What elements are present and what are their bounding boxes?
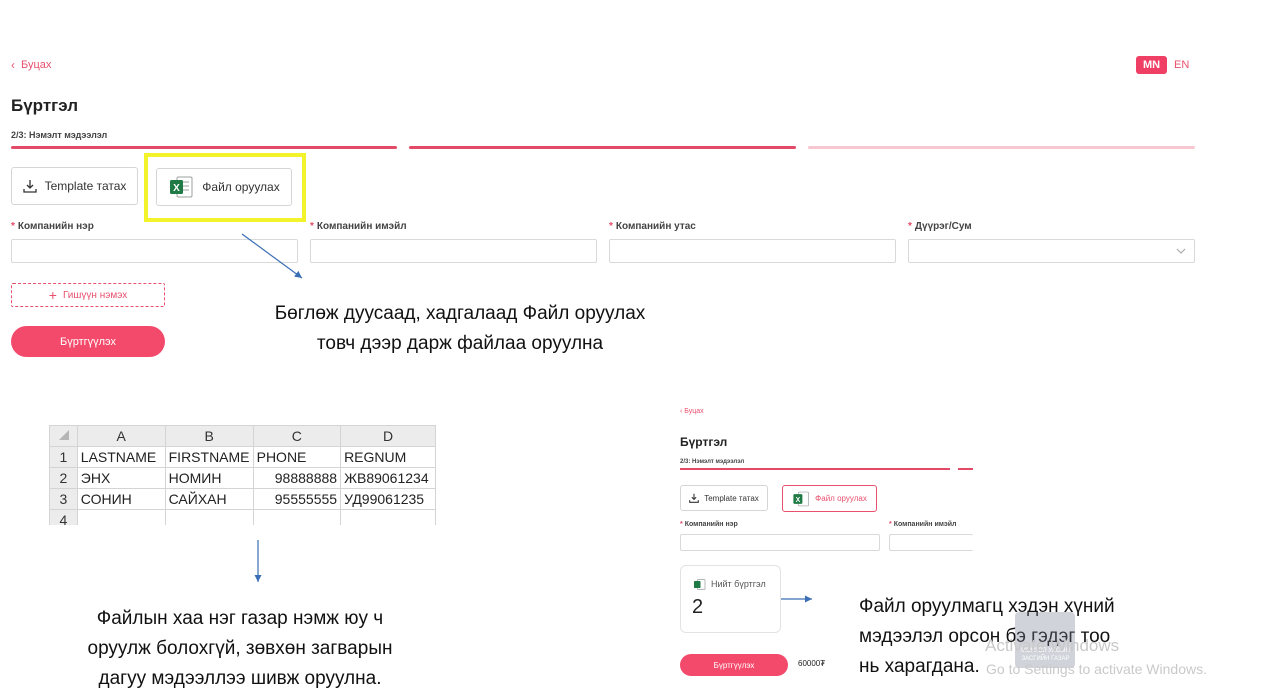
- table-row: 3 СОНИН САЙХАН 95555555 УД99061235: [49, 488, 436, 510]
- preview-step-label: 2/3: Нэмэлт мэдээлэл: [680, 459, 745, 465]
- excel-icon: [694, 579, 706, 590]
- column-header: C: [252, 425, 342, 447]
- column-header: A: [76, 425, 166, 447]
- table-row: 2 ЭНХ НОМИН 98888888 ЖВ89061234: [49, 467, 436, 489]
- preview-back-link[interactable]: ‹ Буцах: [680, 408, 704, 415]
- preview-company-email-input[interactable]: [889, 534, 973, 551]
- table-row: 1 LASTNAME FIRSTNAME PHONE REGNUM: [49, 446, 436, 468]
- activate-windows-title: Activate Windows: [985, 636, 1120, 655]
- download-icon: [689, 493, 700, 503]
- column-header: D: [340, 425, 436, 447]
- preview-company-name-label: * Компанийн нэр: [680, 521, 738, 528]
- select-all-corner-icon: [59, 430, 70, 440]
- excel-icon: X: [793, 491, 810, 506]
- preview-progress-2: [958, 468, 973, 470]
- upload-caption: Бөглөж дуусаад, хадгалаад Файл оруулах т…: [274, 303, 646, 354]
- total-count-label: Нийт бүртгэл: [711, 579, 766, 589]
- preview-register-button[interactable]: Бүртгүүлэх: [680, 654, 788, 676]
- activate-windows-subtitle: Go to Settings to activate Windows.: [986, 661, 1207, 677]
- warning-caption: Файлын хаа нэг газар нэмж юу ч оруулж бо…: [87, 608, 393, 689]
- total-count-value: 2: [692, 596, 704, 618]
- table-row: 4: [49, 509, 436, 525]
- preview-progress-1: [680, 468, 950, 470]
- preview-file-button[interactable]: X Файл оруулах: [782, 485, 877, 512]
- preview-price: 60000₮: [798, 659, 826, 668]
- spreadsheet-sample: A B C D 1 LASTNAME FIRSTNAME PHONE REGNU…: [49, 425, 436, 525]
- preview-title: Бүртгэл: [680, 435, 728, 449]
- column-header: B: [164, 425, 254, 447]
- preview-company-email-label: * Компанийн имэйл: [889, 521, 957, 528]
- preview-template-button[interactable]: Template татах: [680, 485, 768, 511]
- svg-text:X: X: [796, 496, 801, 503]
- preview-company-name-input[interactable]: [680, 534, 880, 551]
